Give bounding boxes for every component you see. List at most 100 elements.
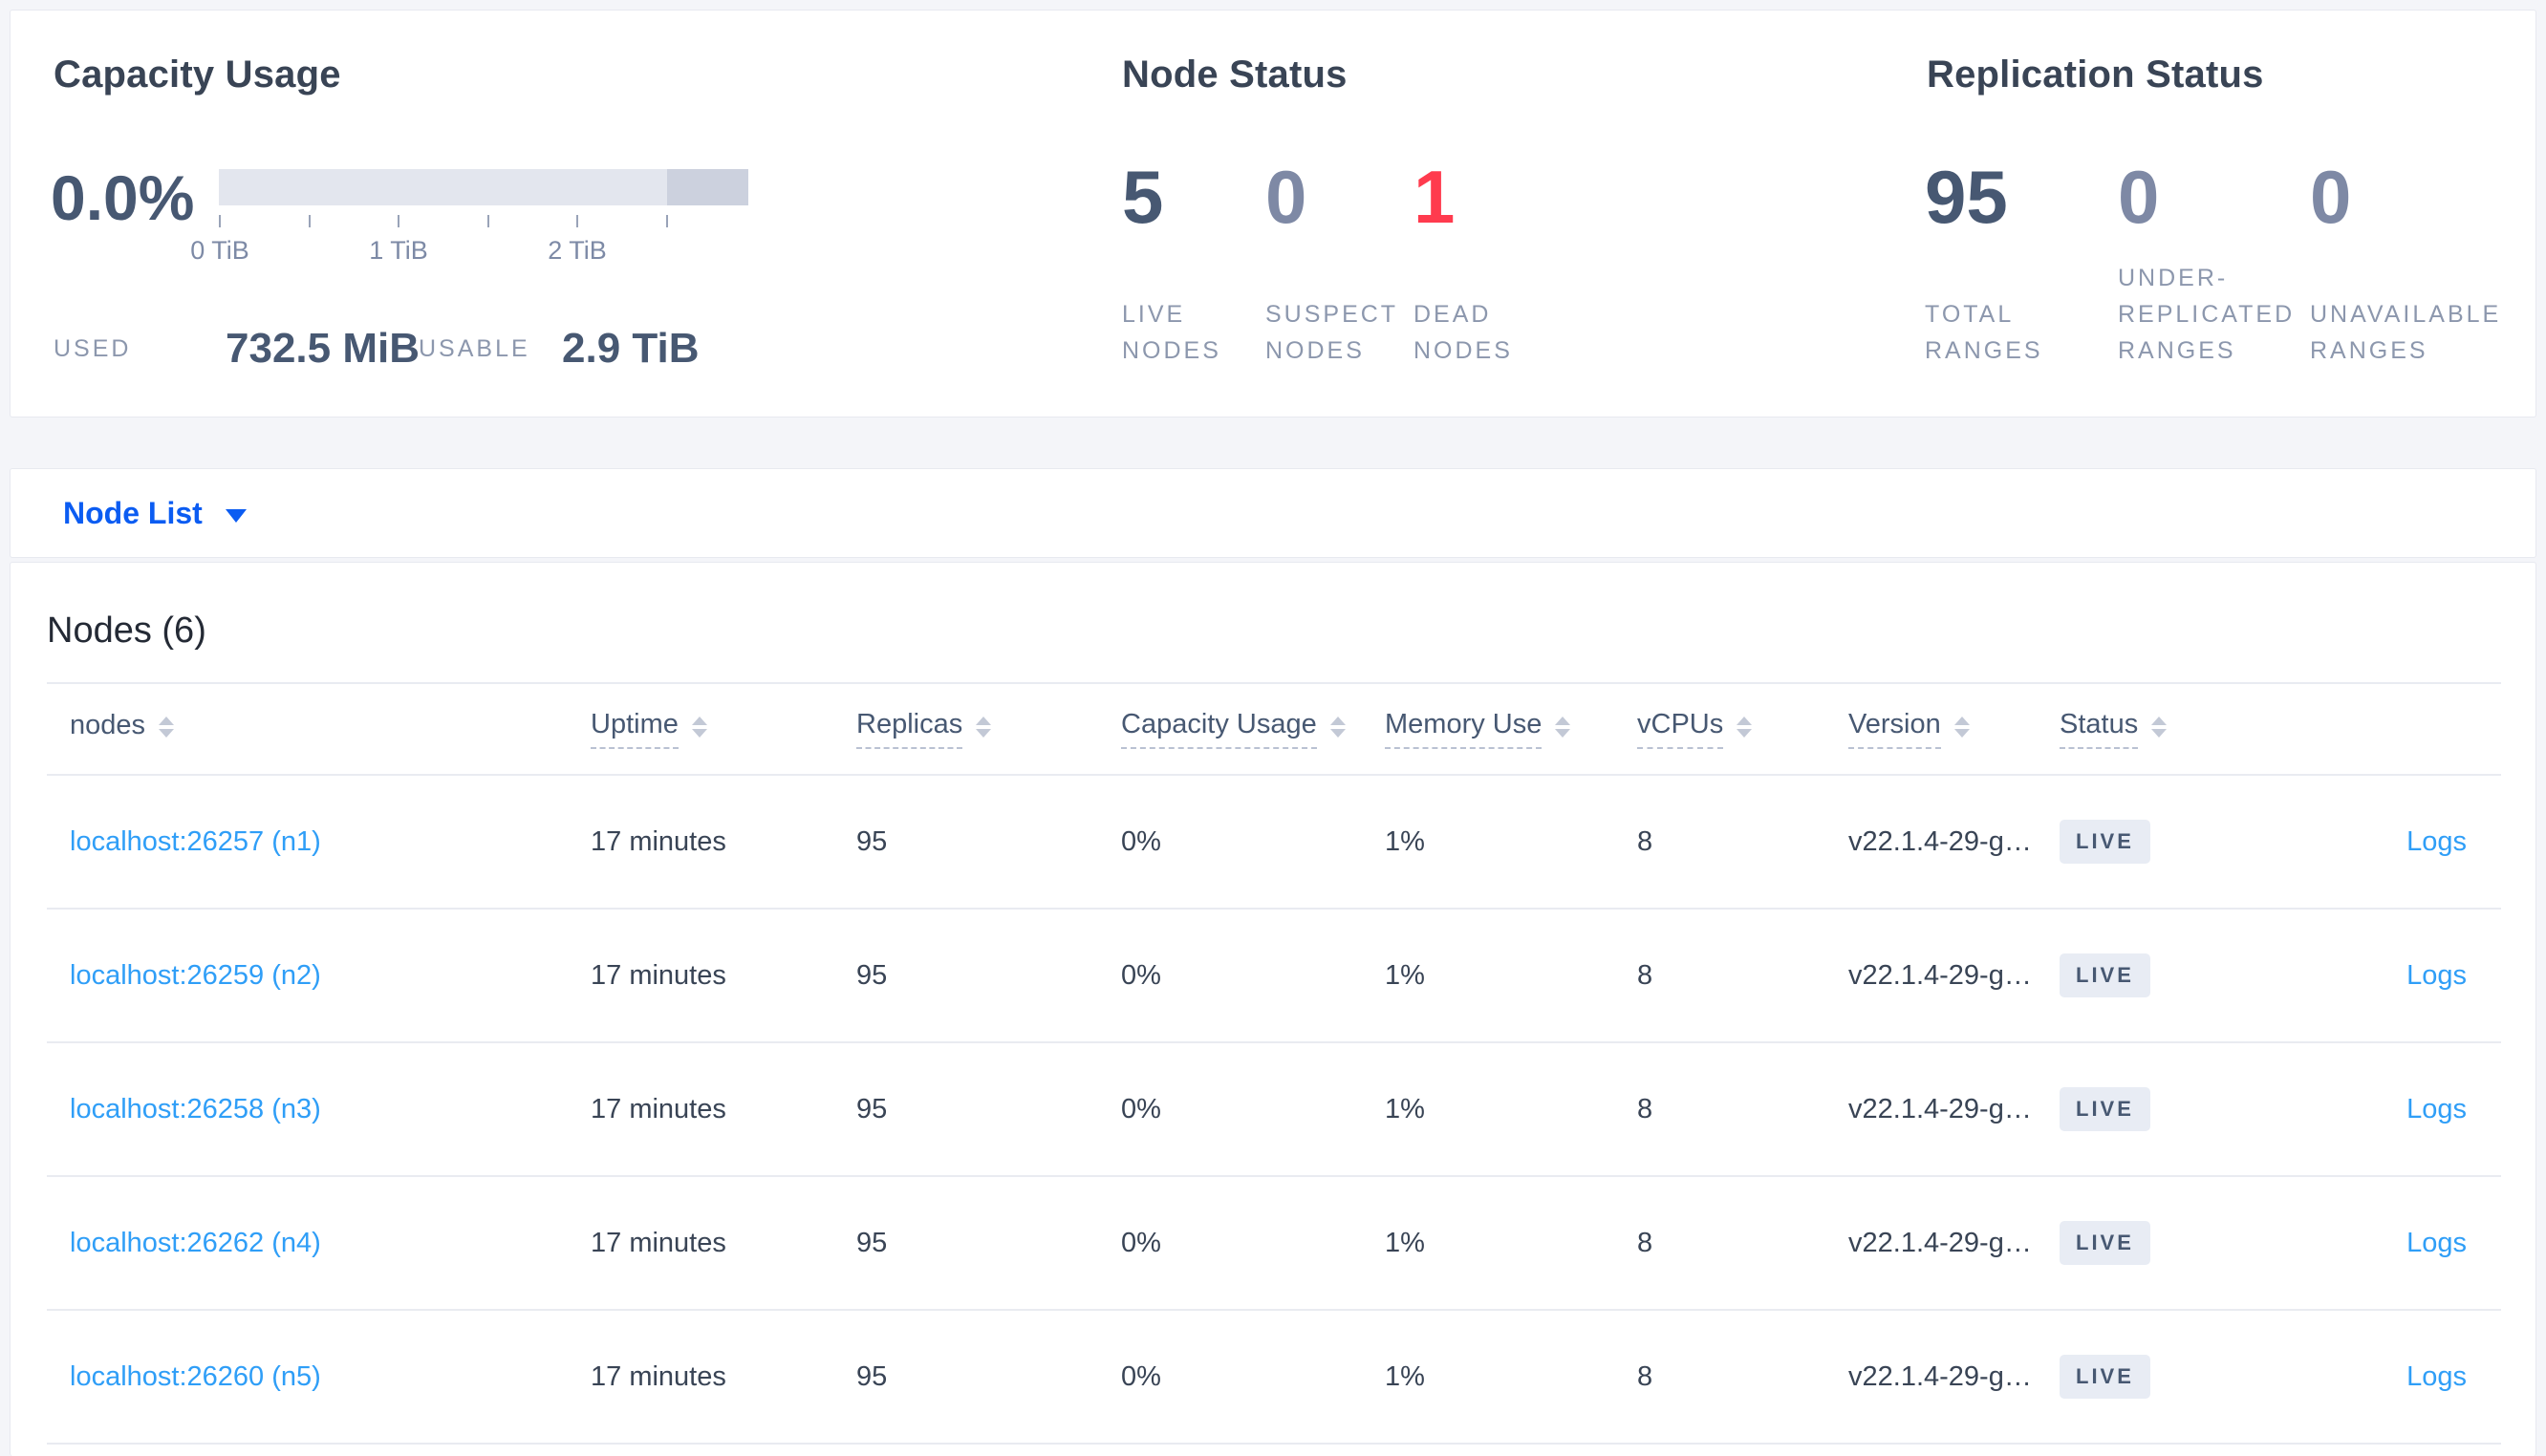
uptime-cell: 17 minutes (591, 1360, 726, 1392)
axis-tick (576, 215, 578, 227)
suspect-nodes-value: 0 (1265, 155, 1307, 239)
node-address-link[interactable]: localhost:26262 (n4) (70, 1228, 321, 1258)
column-header-vcpus[interactable]: vCPUs (1637, 709, 1848, 749)
node-list-bar: Node List (10, 468, 2536, 558)
nodes-table: nodes Uptime Replicas Capacity Usage Mem… (47, 682, 2501, 1445)
node-address-link[interactable]: localhost:26257 (n1) (70, 826, 321, 857)
capacity-percent: 0.0% (51, 162, 195, 233)
sort-icon (1329, 717, 1346, 738)
replicas-cell: 95 (856, 1093, 888, 1124)
axis-tick (666, 215, 668, 227)
chevron-down-icon (225, 508, 247, 523)
node-address-link[interactable]: localhost:26259 (n2) (70, 960, 321, 991)
used-value: 732.5 MiB (226, 325, 420, 372)
axis-tick-label: 1 TiB (369, 236, 428, 265)
replicas-cell: 95 (856, 825, 888, 857)
node-address-link[interactable]: localhost:26258 (n3) (70, 1094, 321, 1124)
live-nodes-value: 5 (1122, 155, 1164, 239)
column-header-replicas[interactable]: Replicas (856, 709, 1121, 749)
logs-link[interactable]: Logs (2406, 1094, 2467, 1124)
memory-cell: 1% (1385, 959, 1425, 991)
used-label: USED (54, 335, 132, 362)
logs-link[interactable]: Logs (2406, 1361, 2467, 1392)
usable-label: USABLE (419, 335, 530, 362)
total-ranges-value: 95 (1925, 155, 2008, 239)
sort-icon (2151, 717, 2168, 738)
memory-cell: 1% (1385, 825, 1425, 857)
version-cell: v22.1.4-29-g… (1848, 825, 2032, 857)
version-cell: v22.1.4-29-g… (1848, 1360, 2032, 1392)
logs-link[interactable]: Logs (2406, 826, 2467, 857)
suspect-nodes-label: SUSPECT NODES (1265, 301, 1398, 364)
version-cell: v22.1.4-29-g… (1848, 1093, 2032, 1124)
vcpus-cell: 8 (1637, 825, 1653, 857)
axis-tick (398, 215, 399, 227)
replication-status-title: Replication Status (1927, 54, 2264, 96)
column-header-nodes[interactable]: nodes (47, 710, 591, 748)
vcpus-cell: 8 (1637, 959, 1653, 991)
version-cell: v22.1.4-29-g… (1848, 1227, 2032, 1258)
status-badge: LIVE (2060, 953, 2150, 997)
sort-icon (691, 717, 707, 738)
capacity-usage-title: Capacity Usage (54, 54, 341, 96)
replicas-cell: 95 (856, 1360, 888, 1392)
capacity-bar-chart (219, 169, 748, 205)
status-badge: LIVE (2060, 1355, 2150, 1399)
table-row: localhost:26259 (n2) 17 minutes 95 0% 1%… (47, 910, 2501, 1043)
version-cell: v22.1.4-29-g… (1848, 959, 2032, 991)
uptime-cell: 17 minutes (591, 825, 726, 857)
unavailable-ranges-label: UNAVAILABLE RANGES (2310, 301, 2502, 364)
axis-tick-label: 2 TiB (548, 236, 607, 265)
uptime-cell: 17 minutes (591, 1093, 726, 1124)
nodes-panel: Nodes (6) nodes Uptime Replicas Capacity… (10, 562, 2536, 1456)
memory-cell: 1% (1385, 1360, 1425, 1392)
nodes-section-title: Nodes (6) (47, 610, 206, 651)
nodes-table-header-row: nodes Uptime Replicas Capacity Usage Mem… (47, 684, 2501, 776)
uptime-cell: 17 minutes (591, 959, 726, 991)
column-header-uptime[interactable]: Uptime (591, 709, 856, 749)
replicas-cell: 95 (856, 1227, 888, 1258)
capacity-cell: 0% (1121, 1360, 1161, 1392)
under-replicated-ranges-value: 0 (2118, 155, 2160, 239)
node-list-dropdown-label: Node List (63, 495, 203, 530)
capacity-cell: 0% (1121, 825, 1161, 857)
table-row: localhost:26262 (n4) 17 minutes 95 0% 1%… (47, 1177, 2501, 1311)
column-header-version[interactable]: Version (1848, 709, 2060, 749)
under-replicated-ranges-label: UNDER-REPLICATED RANGES (2118, 265, 2296, 364)
table-row: localhost:26257 (n1) 17 minutes 95 0% 1%… (47, 776, 2501, 910)
column-header-capacity-usage[interactable]: Capacity Usage (1121, 709, 1385, 749)
capacity-bar-dark-segment (667, 169, 748, 205)
axis-tick (219, 215, 221, 227)
axis-tick (487, 215, 489, 227)
dead-nodes-label: DEAD NODES (1413, 301, 1513, 364)
table-row: localhost:26260 (n5) 17 minutes 95 0% 1%… (47, 1311, 2501, 1445)
node-address-link[interactable]: localhost:26260 (n5) (70, 1361, 321, 1392)
memory-cell: 1% (1385, 1093, 1425, 1124)
capacity-cell: 0% (1121, 959, 1161, 991)
table-row: localhost:26258 (n3) 17 minutes 95 0% 1%… (47, 1043, 2501, 1177)
cluster-summary-panel: Capacity Usage 0.0% 0 TiB 1 TiB 2 TiB US… (10, 10, 2536, 418)
logs-link[interactable]: Logs (2406, 960, 2467, 991)
usable-value: 2.9 TiB (562, 325, 700, 372)
node-status-title: Node Status (1122, 54, 1348, 96)
memory-cell: 1% (1385, 1227, 1425, 1258)
status-badge: LIVE (2060, 820, 2150, 864)
sort-icon (159, 717, 175, 738)
vcpus-cell: 8 (1637, 1227, 1653, 1258)
uptime-cell: 17 minutes (591, 1227, 726, 1258)
axis-tick (309, 215, 311, 227)
vcpus-cell: 8 (1637, 1093, 1653, 1124)
capacity-cell: 0% (1121, 1227, 1161, 1258)
sort-icon (1737, 717, 1753, 738)
status-badge: LIVE (2060, 1087, 2150, 1131)
axis-tick-label: 0 TiB (190, 236, 249, 265)
node-list-dropdown[interactable]: Node List (11, 469, 247, 557)
column-header-status[interactable]: Status (2060, 709, 2279, 749)
live-nodes-label: LIVE NODES (1122, 301, 1221, 364)
capacity-cell: 0% (1121, 1093, 1161, 1124)
replicas-cell: 95 (856, 959, 888, 991)
sort-icon (976, 717, 992, 738)
total-ranges-label: TOTAL RANGES (1925, 301, 2043, 364)
logs-link[interactable]: Logs (2406, 1228, 2467, 1258)
column-header-memory-use[interactable]: Memory Use (1385, 709, 1637, 749)
